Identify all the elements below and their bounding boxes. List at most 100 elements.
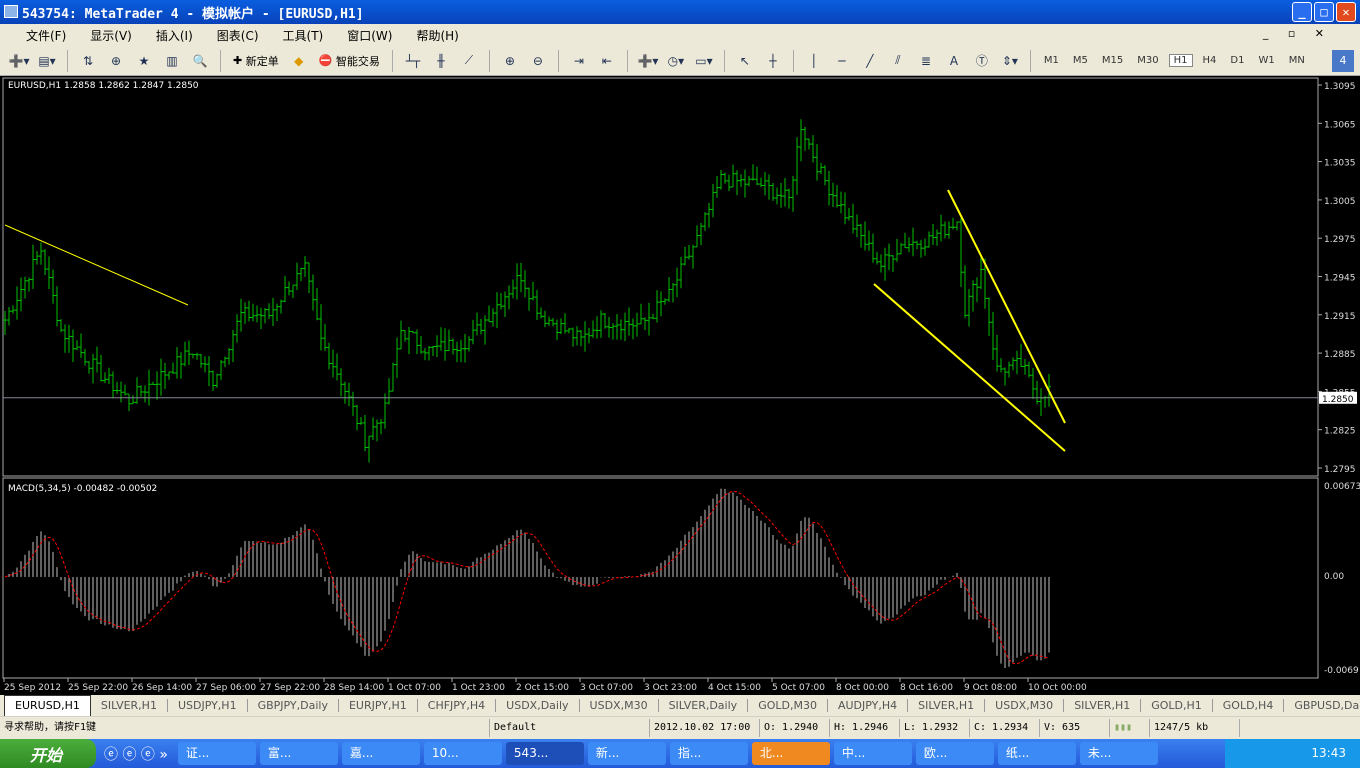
chart-shift-icon[interactable]: ⇤	[596, 50, 618, 72]
chart-tab[interactable]: SILVER,H1	[91, 699, 168, 712]
fibonacci-icon[interactable]: ≣	[915, 50, 937, 72]
trendline-icon[interactable]: ╱	[859, 50, 881, 72]
chart-tab[interactable]: USDJPY,H1	[168, 699, 248, 712]
zoom-out-icon[interactable]: ⊖	[527, 50, 549, 72]
profiles-icon[interactable]: ▤▾	[36, 50, 58, 72]
minimize-button[interactable]: _	[1292, 2, 1312, 22]
chart-tab[interactable]: EURJPY,H1	[339, 699, 418, 712]
time-label: 8 Oct 00:00	[836, 683, 889, 693]
new-chart-icon[interactable]: ➕▾	[8, 50, 30, 72]
taskbar-task[interactable]: 证...	[177, 742, 256, 765]
timeframe-d1[interactable]: D1	[1226, 55, 1248, 66]
cursor-icon[interactable]: ↖	[734, 50, 756, 72]
chart-tab[interactable]: GBPUSD,Daily	[1284, 699, 1360, 712]
templates-icon[interactable]: ▭▾	[693, 50, 715, 72]
chart-tab[interactable]: CHFJPY,H4	[418, 699, 497, 712]
market-watch-icon[interactable]: ⇅	[77, 50, 99, 72]
time-label: 3 Oct 07:00	[580, 683, 633, 693]
counter-badge[interactable]: 4	[1332, 49, 1354, 72]
price-tick-label: 1.2885	[1324, 350, 1356, 360]
chart-tab[interactable]: GBPJPY,Daily	[248, 699, 339, 712]
taskbar-task[interactable]: 未...	[1079, 742, 1158, 765]
text-icon[interactable]: A	[943, 50, 965, 72]
zoom-in-icon[interactable]: ⊕	[499, 50, 521, 72]
chart-tab[interactable]: GOLD,H4	[1213, 699, 1285, 712]
autoscroll-icon[interactable]: ⇥	[568, 50, 590, 72]
chart-window[interactable]: 1.3095 1.3065 1.3035 1.3005 1.2975 1.2945 1.29…	[0, 76, 1360, 695]
menu-file[interactable]: 文件(F)	[26, 27, 76, 44]
timeframe-mn[interactable]: MN	[1285, 55, 1309, 66]
maximize-button[interactable]: □	[1314, 2, 1334, 22]
status-high: H: 1.2946	[830, 719, 900, 737]
taskbar-task[interactable]: 新...	[587, 742, 666, 765]
price-tick-label: 1.2915	[1324, 312, 1356, 322]
periods-icon[interactable]: ◷▾	[665, 50, 687, 72]
timeframe-w1[interactable]: W1	[1254, 55, 1278, 66]
indicators-icon[interactable]: ➕▾	[637, 50, 659, 72]
menu-tools[interactable]: 工具(T)	[283, 27, 334, 44]
timeframe-m1[interactable]: M1	[1040, 55, 1063, 66]
timeframe-m15[interactable]: M15	[1098, 55, 1127, 66]
bar-chart-icon[interactable]: ┴┬	[402, 50, 424, 72]
text-label-icon[interactable]: Ⓣ	[971, 50, 993, 72]
menu-insert[interactable]: 插入(I)	[156, 27, 203, 44]
vertical-line-icon[interactable]: │	[803, 50, 825, 72]
navigator-icon[interactable]: ★	[133, 50, 155, 72]
price-tick-label: 1.3095	[1324, 82, 1356, 92]
data-window-icon[interactable]: ⊕	[105, 50, 127, 72]
taskbar-task[interactable]: 543...	[505, 742, 584, 765]
time-label: 2 Oct 15:00	[516, 683, 569, 693]
horizontal-line-icon[interactable]: ─	[831, 50, 853, 72]
chart-tab[interactable]: AUDJPY,H4	[828, 699, 909, 712]
new-order-button[interactable]: ✚ 新定单	[230, 50, 282, 72]
candlestick-icon[interactable]: ╫	[430, 50, 452, 72]
chart-tab[interactable]: EURUSD,H1	[4, 695, 91, 716]
crosshair-icon[interactable]: ┼	[762, 50, 784, 72]
equidistant-channel-icon[interactable]: ⫽	[887, 50, 909, 72]
time-label: 26 Sep 14:00	[132, 683, 192, 693]
warning-icon[interactable]: ◆	[288, 50, 310, 72]
ie-quicklaunch-icon[interactable]: ⓔ ⓔ ⓔ »	[104, 744, 168, 764]
taskbar-task[interactable]: 纸...	[997, 742, 1076, 765]
arrows-icon[interactable]: ⇕▾	[999, 50, 1021, 72]
chart-tabs: EURUSD,H1 SILVER,H1 USDJPY,H1 GBPJPY,Daily E…	[0, 695, 1360, 716]
taskbar-task[interactable]: 欧...	[915, 742, 994, 765]
time-label: 3 Oct 23:00	[644, 683, 697, 693]
mdi-controls[interactable]: _ ▫ ✕	[1263, 27, 1342, 40]
menu-view[interactable]: 显示(V)	[90, 27, 142, 44]
taskbar-task[interactable]: 指...	[669, 742, 748, 765]
chart-tab[interactable]: USDX,M30	[985, 699, 1065, 712]
expert-advisors-button[interactable]: ⛔ 智能交易	[316, 50, 383, 72]
macd-signal-line	[4, 490, 1050, 665]
menu-help[interactable]: 帮助(H)	[416, 27, 468, 44]
taskbar-task[interactable]: 中...	[833, 742, 912, 765]
timeframe-h4[interactable]: H4	[1199, 55, 1221, 66]
taskbar-task[interactable]: 10...	[423, 742, 502, 765]
taskbar-task[interactable]: 嘉...	[341, 742, 420, 765]
chart-tab[interactable]: GOLD,M30	[748, 699, 828, 712]
chart-tab[interactable]: SILVER,H1	[908, 699, 986, 712]
timeframe-h1[interactable]: H1	[1168, 54, 1193, 67]
timeframe-m30[interactable]: M30	[1133, 55, 1162, 66]
close-button[interactable]: ✕	[1336, 2, 1356, 22]
taskbar: 开始 ⓔ ⓔ ⓔ » 证... 富... 嘉... 10... 543... 新... 指.…	[0, 739, 1360, 768]
time-label: 5 Oct 07:00	[772, 683, 825, 693]
line-chart-icon[interactable]: ⟋	[458, 50, 480, 72]
chart-tab[interactable]: SILVER,H1	[1064, 699, 1142, 712]
macd-tick-label: 0.00673	[1324, 482, 1360, 492]
strategy-tester-icon[interactable]: 🔍	[189, 50, 211, 72]
terminal-icon[interactable]: ▥	[161, 50, 183, 72]
price-chart[interactable]: 1.3095 1.3065 1.3035 1.3005 1.2975 1.2945 1.29…	[0, 76, 1360, 695]
time-label: 4 Oct 15:00	[708, 683, 761, 693]
chart-tab[interactable]: GOLD,H1	[1141, 699, 1213, 712]
chart-tab[interactable]: SILVER,Daily	[659, 699, 749, 712]
start-button[interactable]: 开始	[0, 739, 96, 768]
time-label: 9 Oct 08:00	[964, 683, 1017, 693]
chart-tab[interactable]: USDX,M30	[580, 699, 659, 712]
taskbar-task[interactable]: 北...	[751, 742, 830, 765]
menu-charts[interactable]: 图表(C)	[217, 27, 269, 44]
menu-window[interactable]: 窗口(W)	[347, 27, 402, 44]
taskbar-task[interactable]: 富...	[259, 742, 338, 765]
timeframe-m5[interactable]: M5	[1069, 55, 1092, 66]
chart-tab[interactable]: USDX,Daily	[496, 699, 580, 712]
